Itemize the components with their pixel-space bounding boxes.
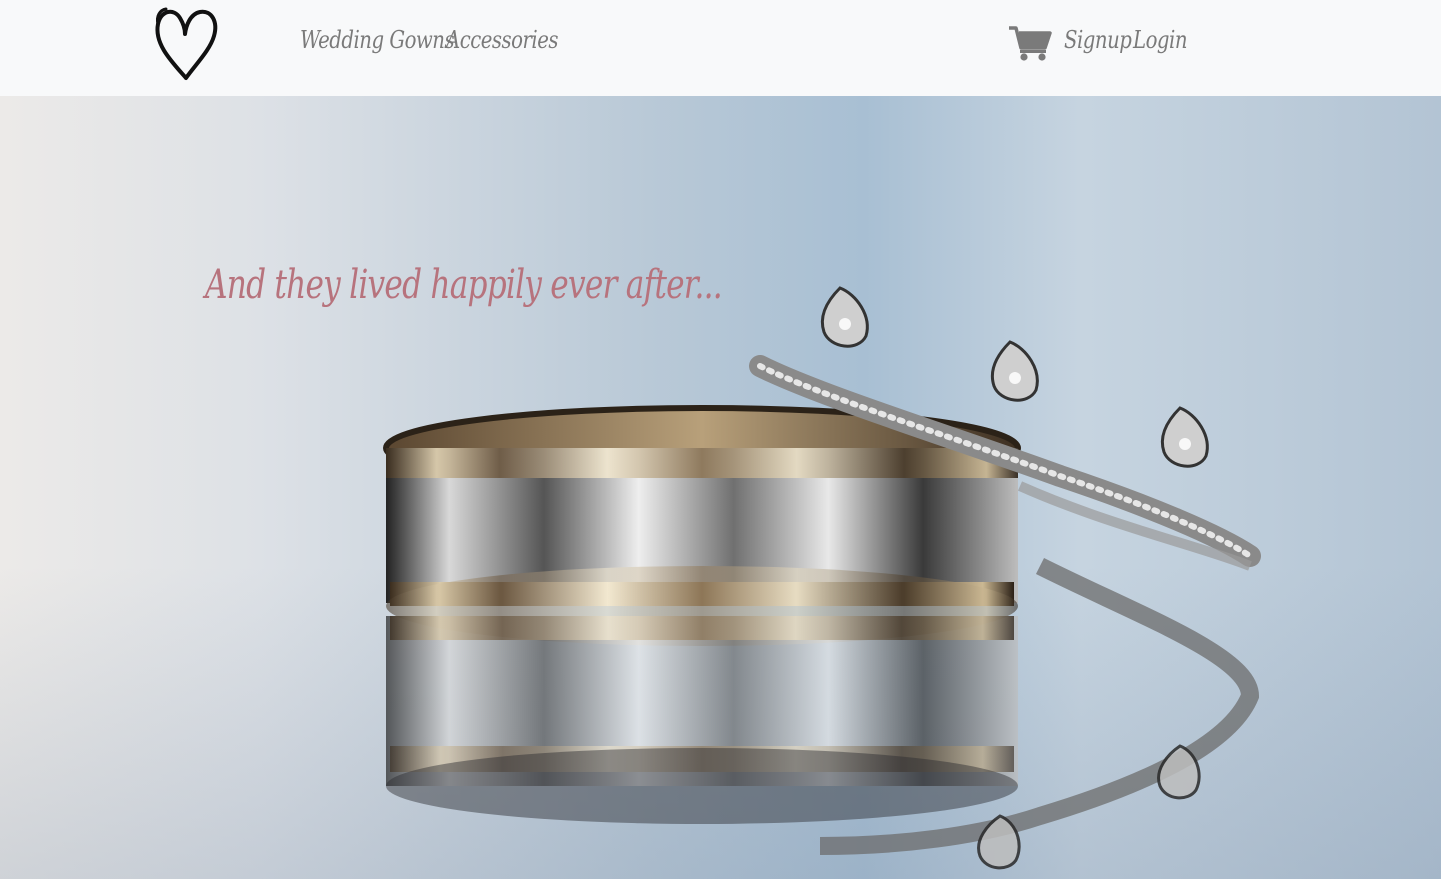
signup-link[interactable]: Signup — [1064, 26, 1132, 54]
wedding-rings-photo — [383, 286, 1261, 870]
heart-icon[interactable] — [150, 4, 222, 82]
nav-accessories[interactable]: Accessories — [446, 26, 558, 54]
shopping-cart-icon[interactable] — [1008, 24, 1052, 62]
hero-banner: And they lived happily ever after... — [0, 96, 1441, 879]
hero-tagline: And they lived happily ever after... — [205, 262, 723, 308]
login-link[interactable]: Login — [1133, 26, 1188, 54]
nav-wedding-gowns[interactable]: Wedding Gowns — [300, 26, 455, 54]
navbar: Wedding Gowns Accessories Signup Login — [0, 0, 1441, 96]
